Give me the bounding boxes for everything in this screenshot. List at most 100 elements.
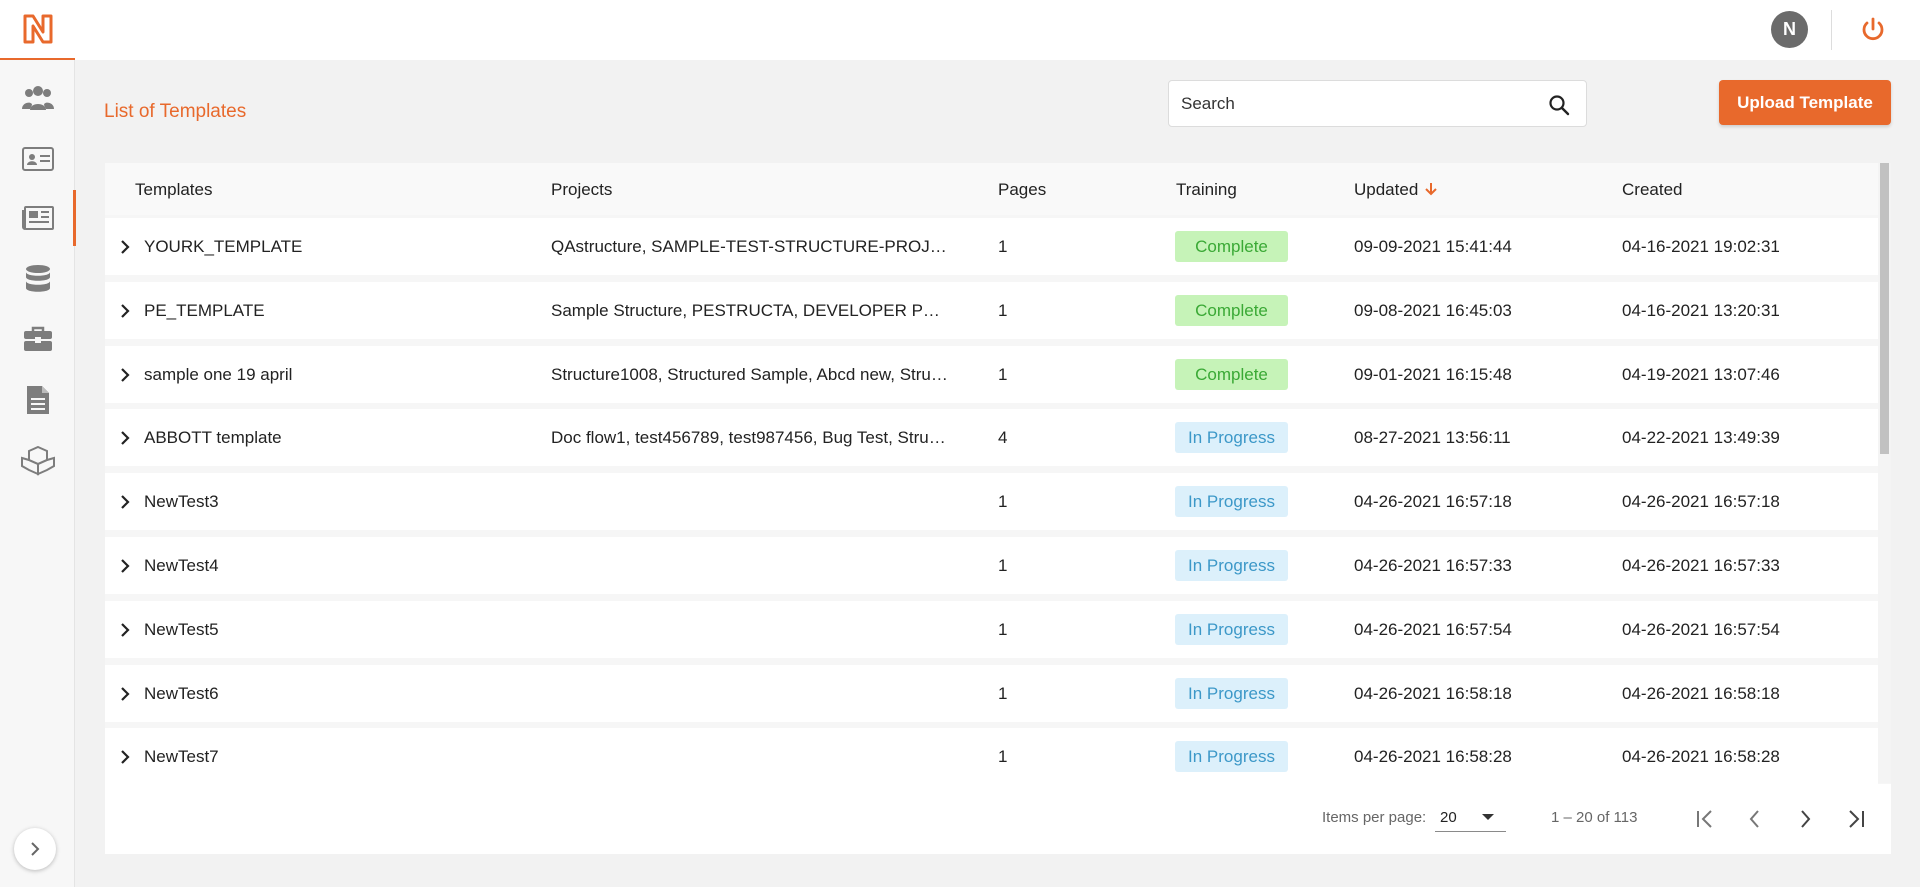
template-updated: 09-08-2021 16:45:03 <box>1354 301 1512 320</box>
template-created: 04-22-2021 13:49:39 <box>1622 428 1780 447</box>
sidebar-item-contacts[interactable] <box>0 131 75 187</box>
expand-row-chevron-icon[interactable] <box>118 748 132 766</box>
template-pages: 1 <box>998 556 1008 575</box>
sidebar-item-modules[interactable] <box>0 433 75 489</box>
table-row[interactable]: NewTest6 1 In Progress 04-26-2021 16:58:18 0… <box>105 665 1878 722</box>
database-icon <box>25 265 50 292</box>
training-status-badge: Complete <box>1175 295 1288 326</box>
template-name: NewTest7 <box>144 747 219 766</box>
template-created: 04-26-2021 16:58:28 <box>1622 747 1780 766</box>
sidebar-collapse-button[interactable] <box>14 828 56 870</box>
previous-page-button[interactable] <box>1735 799 1775 839</box>
training-status-badge: In Progress <box>1175 550 1288 581</box>
expand-row-chevron-icon[interactable] <box>118 238 132 256</box>
table-row[interactable]: NewTest7 1 In Progress 04-26-2021 16:58:28 0… <box>105 728 1878 785</box>
document-icon <box>26 386 49 414</box>
template-name: sample one 19 april <box>144 365 293 384</box>
next-page-button[interactable] <box>1785 799 1825 839</box>
expand-row-chevron-icon[interactable] <box>118 366 132 384</box>
top-bar <box>75 0 1920 60</box>
users-icon <box>21 86 54 110</box>
training-status-badge: In Progress <box>1175 614 1288 645</box>
template-projects: Sample Structure, PESTRUCTA, DEVELOPER P… <box>551 301 940 320</box>
chevron-right-icon <box>1801 810 1811 828</box>
training-status-badge: In Progress <box>1175 678 1288 709</box>
logout-button[interactable] <box>1857 14 1889 46</box>
template-name: PE_TEMPLATE <box>144 301 265 320</box>
search-icon[interactable] <box>1548 94 1570 116</box>
template-created: 04-16-2021 19:02:31 <box>1622 237 1780 256</box>
expand-row-chevron-icon[interactable] <box>118 621 132 639</box>
search-input[interactable] <box>1181 81 1541 126</box>
template-updated: 04-26-2021 16:58:18 <box>1354 684 1512 703</box>
template-name: NewTest4 <box>144 556 219 575</box>
page-title: List of Templates <box>104 101 247 122</box>
user-avatar[interactable]: N <box>1771 11 1808 48</box>
template-pages: 1 <box>998 684 1008 703</box>
table-row[interactable]: NewTest3 1 In Progress 04-26-2021 16:57:18 0… <box>105 473 1878 530</box>
expand-row-chevron-icon[interactable] <box>118 493 132 511</box>
template-updated: 09-01-2021 16:15:48 <box>1354 365 1512 384</box>
sidebar-item-data[interactable] <box>0 251 75 307</box>
logo-icon <box>23 14 52 44</box>
cubes-icon <box>20 446 55 476</box>
last-page-button[interactable] <box>1836 799 1876 839</box>
training-status-badge: In Progress <box>1175 486 1288 517</box>
column-header-templates[interactable]: Templates <box>135 180 212 200</box>
sidebar-item-templates[interactable] <box>0 190 76 246</box>
table-row[interactable]: NewTest4 1 In Progress 04-26-2021 16:57:33 0… <box>105 537 1878 594</box>
template-updated: 04-26-2021 16:57:33 <box>1354 556 1512 575</box>
table-row[interactable]: ABBOTT template Doc flow1, test456789, te… <box>105 409 1878 466</box>
template-pages: 1 <box>998 492 1008 511</box>
table-row[interactable]: PE_TEMPLATE Sample Structure, PESTRUCTA, … <box>105 282 1878 339</box>
sidebar-item-users[interactable] <box>0 70 75 126</box>
template-pages: 1 <box>998 237 1008 256</box>
expand-row-chevron-icon[interactable] <box>118 429 132 447</box>
template-created: 04-26-2021 16:57:33 <box>1622 556 1780 575</box>
expand-row-chevron-icon[interactable] <box>118 685 132 703</box>
template-created: 04-19-2021 13:07:46 <box>1622 365 1780 384</box>
upload-template-button[interactable]: Upload Template <box>1719 80 1891 125</box>
template-pages: 1 <box>998 301 1008 320</box>
table-row[interactable]: sample one 19 april Structure1008, Struct… <box>105 346 1878 403</box>
sidebar-item-projects[interactable] <box>0 311 75 367</box>
training-status-badge: In Progress <box>1175 422 1288 453</box>
template-pages: 1 <box>998 620 1008 639</box>
chevron-right-icon <box>31 842 40 856</box>
template-updated: 04-26-2021 16:58:28 <box>1354 747 1512 766</box>
template-created: 04-16-2021 13:20:31 <box>1622 301 1780 320</box>
column-header-created[interactable]: Created <box>1622 180 1682 200</box>
sidebar <box>0 0 76 887</box>
expand-row-chevron-icon[interactable] <box>118 302 132 320</box>
template-pages: 1 <box>998 747 1008 766</box>
first-page-button[interactable] <box>1685 799 1725 839</box>
training-status-badge: Complete <box>1175 231 1288 262</box>
table-row[interactable]: NewTest5 1 In Progress 04-26-2021 16:57:54 0… <box>105 601 1878 658</box>
template-updated: 09-09-2021 15:41:44 <box>1354 237 1512 256</box>
table-row[interactable]: YOURK_TEMPLATE QAstructure, SAMPLE-TEST-S… <box>105 218 1878 275</box>
sidebar-item-documents[interactable] <box>0 372 75 428</box>
template-updated: 04-26-2021 16:57:18 <box>1354 492 1512 511</box>
column-header-training[interactable]: Training <box>1176 180 1237 200</box>
template-name: NewTest5 <box>144 620 219 639</box>
column-header-projects[interactable]: Projects <box>551 180 612 200</box>
column-header-pages[interactable]: Pages <box>998 180 1046 200</box>
topbar-divider <box>1831 10 1832 50</box>
template-created: 04-26-2021 16:57:54 <box>1622 620 1780 639</box>
template-name: ABBOTT template <box>144 428 282 447</box>
chevron-left-icon <box>1749 810 1759 828</box>
app-logo[interactable] <box>0 0 75 60</box>
expand-row-chevron-icon[interactable] <box>118 557 132 575</box>
sort-arrow-down-icon <box>1425 183 1437 196</box>
column-header-updated[interactable]: Updated <box>1354 180 1438 200</box>
items-per-page-select[interactable]: 20 <box>1435 802 1506 832</box>
power-icon <box>1862 17 1884 41</box>
scrollbar-thumb[interactable] <box>1880 163 1889 454</box>
first-page-icon <box>1697 810 1712 828</box>
search-box <box>1168 80 1587 127</box>
template-pages: 4 <box>998 428 1008 447</box>
page-range-label: 1 – 20 of 113 <box>1551 809 1638 826</box>
template-created: 04-26-2021 16:57:18 <box>1622 492 1780 511</box>
template-created: 04-26-2021 16:58:18 <box>1622 684 1780 703</box>
templates-table: Templates Projects Pages Training Update… <box>105 163 1891 854</box>
